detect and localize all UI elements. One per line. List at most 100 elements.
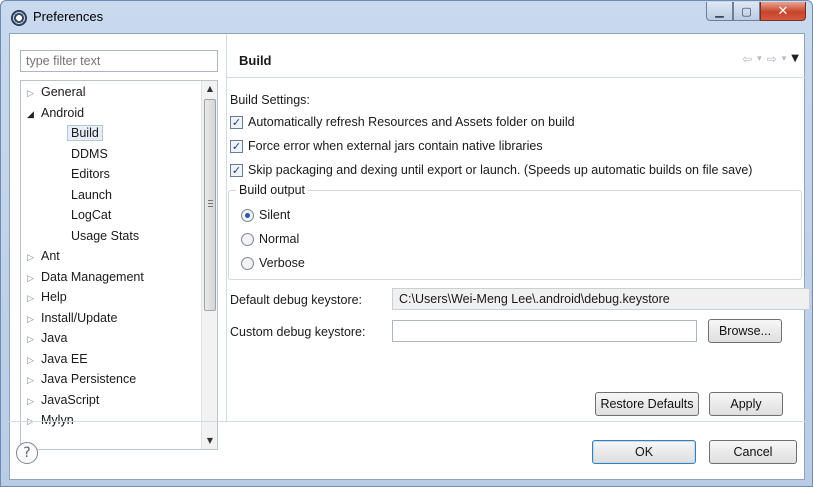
tree-item[interactable]: ▷ Mylyn	[27, 411, 74, 429]
footer-separator	[9, 421, 805, 422]
tree-item[interactable]: ▷ General	[27, 83, 85, 101]
tree-item-label: Usage Stats	[71, 228, 140, 243]
tree-item-label: Help	[41, 290, 67, 304]
maximize-button[interactable]: ▢	[733, 2, 760, 21]
tree-item[interactable]: ▷ Help	[27, 288, 67, 306]
custom-keystore-input[interactable]	[392, 320, 697, 342]
collapsed-arrow-icon[interactable]: ▷	[27, 311, 41, 329]
tree-item[interactable]: DDMS	[71, 145, 108, 163]
radio-unselected-icon[interactable]	[241, 256, 254, 270]
tree-item-label: Android	[41, 105, 85, 120]
collapsed-arrow-icon[interactable]: ▷	[27, 372, 41, 390]
checkbox-checked-icon[interactable]: ✓	[230, 163, 243, 177]
radio-label: Silent	[259, 208, 291, 222]
checkbox-label: Automatically refresh Resources and Asse…	[248, 115, 575, 129]
tree-item-label: Java EE	[41, 351, 88, 366]
tree-item-label: DDMS	[71, 146, 108, 161]
tree-item[interactable]: ▷ JavaScript	[27, 391, 99, 409]
tree-item-label: LogCat	[71, 208, 112, 222]
tree-item[interactable]: ▷ Data Management	[27, 268, 144, 286]
tree-item[interactable]: Usage Stats	[71, 227, 139, 245]
tree-item-label: Java	[41, 331, 68, 345]
collapsed-arrow-icon[interactable]: ▷	[27, 85, 41, 103]
tree-item[interactable]: ▷ Install/Update	[27, 309, 117, 327]
default-keystore-field: C:\Users\Wei-Meng Lee\.android\debug.key…	[392, 288, 810, 310]
tree-item-label: Java Persistence	[41, 372, 137, 386]
collapsed-arrow-icon[interactable]: ▷	[27, 393, 41, 411]
checkbox-force-error[interactable]: ✓ Force error when external jars contain…	[230, 137, 543, 155]
checkbox-label: Skip packaging and dexing until export o…	[248, 163, 753, 177]
tree-item[interactable]: ▷ Java EE	[27, 350, 88, 368]
browse-button[interactable]: Browse...	[708, 319, 782, 343]
collapsed-arrow-icon[interactable]: ▷	[27, 249, 41, 267]
apply-button[interactable]: Apply	[709, 392, 783, 416]
tree-item-label: Ant	[41, 249, 60, 263]
tree-item-label: JavaScript	[41, 392, 100, 407]
tree-item[interactable]: LogCat	[71, 206, 111, 224]
radio-label: Normal	[259, 232, 300, 246]
view-menu-icon[interactable]: ▼	[791, 52, 799, 66]
window-title: Preferences	[33, 9, 104, 24]
tree-item-label: Mylyn	[41, 413, 74, 427]
back-arrow-icon[interactable]: ⇦	[742, 52, 752, 66]
radio-unselected-icon[interactable]	[241, 232, 254, 246]
tree-item[interactable]: ▷ Java	[27, 329, 67, 347]
pane-divider[interactable]	[226, 34, 227, 422]
preferences-window: Preferences ▁ ▢ ✕ ▷General◢AndroidBuildD…	[0, 0, 813, 487]
tree-item[interactable]: Build	[67, 124, 103, 142]
checkbox-checked-icon[interactable]: ✓	[230, 115, 243, 129]
help-icon[interactable]: ?	[16, 442, 38, 464]
forward-arrow-icon[interactable]: ⇨	[767, 52, 777, 66]
tree-item[interactable]: Launch	[71, 186, 112, 204]
close-icon: ✕	[777, 3, 789, 19]
default-keystore-label: Default debug keystore:	[230, 293, 363, 307]
scroll-up-arrow-icon[interactable]: ▲	[202, 81, 217, 97]
history-navigation: ⇦ ▾ ⇨ ▾ ▼	[742, 52, 799, 66]
cancel-button[interactable]: Cancel	[709, 440, 797, 464]
tree-item-label: Data Management	[41, 269, 144, 284]
checkbox-auto-refresh[interactable]: ✓ Automatically refresh Resources and As…	[230, 113, 575, 131]
expanded-arrow-icon[interactable]: ◢	[27, 106, 41, 124]
collapsed-arrow-icon[interactable]: ▷	[27, 270, 41, 288]
tree-item-label: General	[41, 85, 86, 99]
tree-item[interactable]: ▷ Ant	[27, 247, 60, 265]
scroll-down-arrow-icon[interactable]: ▼	[202, 433, 217, 449]
radio-selected-icon[interactable]	[241, 208, 254, 222]
maximize-icon: ▢	[741, 4, 752, 18]
forward-dropdown-icon[interactable]: ▾	[782, 52, 787, 66]
build-output-group	[228, 190, 802, 280]
eclipse-app-icon	[11, 10, 27, 26]
tree-item[interactable]: ◢ Android	[27, 104, 84, 122]
scrollbar-thumb[interactable]	[204, 99, 216, 311]
collapsed-arrow-icon[interactable]: ▷	[27, 352, 41, 370]
collapsed-arrow-icon[interactable]: ▷	[27, 290, 41, 308]
build-output-label: Build output	[236, 183, 309, 197]
radio-label: Verbose	[259, 256, 305, 270]
tree-item[interactable]: Editors	[71, 165, 110, 183]
minimize-button[interactable]: ▁	[706, 2, 733, 21]
tree-item[interactable]: ▷ Java Persistence	[27, 370, 136, 388]
title-bar[interactable]: Preferences ▁ ▢ ✕	[1, 1, 812, 33]
tree-item-label: Install/Update	[41, 310, 118, 325]
restore-defaults-button[interactable]: Restore Defaults	[595, 392, 699, 416]
minimize-icon: ▁	[715, 4, 724, 18]
build-settings-label: Build Settings:	[230, 93, 310, 107]
close-button[interactable]: ✕	[760, 2, 806, 21]
checkbox-checked-icon[interactable]: ✓	[230, 139, 243, 153]
tree-item-label: Launch	[71, 187, 113, 202]
back-dropdown-icon[interactable]: ▾	[757, 52, 762, 66]
radio-verbose[interactable]: Verbose	[241, 254, 305, 272]
grip-icon	[208, 200, 213, 207]
tree-scrollbar[interactable]: ▲ ▼	[201, 81, 217, 449]
window-controls: ▁ ▢ ✕	[706, 2, 806, 21]
collapsed-arrow-icon[interactable]: ▷	[27, 331, 41, 349]
radio-normal[interactable]: Normal	[241, 230, 299, 248]
preferences-tree: ▷ General ◢ Android Build DDMS Editors Launch Lo…	[20, 80, 218, 450]
collapsed-arrow-icon[interactable]: ▷	[27, 413, 41, 431]
radio-silent[interactable]: Silent	[241, 206, 290, 224]
filter-input[interactable]	[20, 50, 218, 72]
checkbox-skip-packaging[interactable]: ✓ Skip packaging and dexing until export…	[230, 161, 752, 179]
page-header: Build ⇦ ▾ ⇨ ▾ ▼	[227, 34, 805, 78]
ok-button[interactable]: OK	[592, 440, 696, 464]
tree-item-label: Build	[67, 125, 103, 141]
